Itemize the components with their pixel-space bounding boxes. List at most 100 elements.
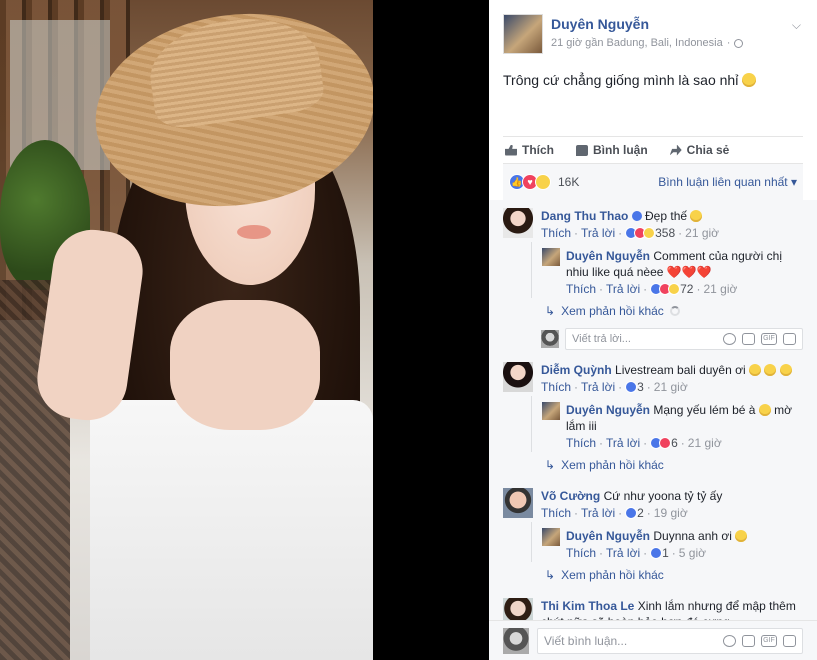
replier-name[interactable]: Duyên Nguyễn — [566, 403, 650, 417]
comment-text: Đẹp thế — [645, 209, 688, 223]
author-name[interactable]: Duyên Nguyễn — [551, 14, 743, 34]
photo-theater: Duyên Nguyễn 21 giờ gần Badung, Bali, In… — [0, 0, 817, 660]
camera-icon[interactable] — [742, 333, 755, 345]
view-more-replies-link[interactable]: ↳ Xem phản hồi khác — [531, 452, 803, 476]
photo-lips — [237, 225, 271, 239]
reply: Duyên Nguyễn Duynna anh ơi Thích · Trả lờ… — [542, 522, 803, 562]
reply-reactions[interactable] — [650, 547, 663, 559]
like-button[interactable]: Thích — [505, 143, 554, 157]
reply-like-link[interactable]: Thích — [566, 544, 596, 562]
reaction-count[interactable]: 16K — [558, 175, 579, 189]
view-more-replies-link[interactable]: ↳ Xem phản hồi khác — [531, 298, 803, 322]
reply-line: Duyên Nguyễn Mạng yếu lém bé à mờ lắm ii… — [566, 402, 803, 434]
globe-icon — [734, 38, 744, 48]
sticker-icon[interactable] — [783, 333, 796, 345]
reply-reactions[interactable] — [650, 283, 681, 295]
reply-thread: Duyên Nguyễn Comment của người chị nhiu … — [531, 242, 803, 298]
comment-actions: Thích · Trả lời · 3 · 21 giờ — [541, 378, 688, 396]
comment-line: Dang Thu Thao Đẹp thế — [541, 208, 803, 224]
reply-reaction-count: 6 — [671, 436, 678, 450]
reply-reaction-count: 1 — [662, 546, 669, 560]
replier-avatar[interactable] — [542, 248, 560, 266]
commenter-avatar[interactable] — [503, 362, 533, 392]
comment-reaction-count: 3 — [637, 380, 644, 394]
mini-like-icon — [625, 381, 638, 393]
view-more-replies-label: Xem phản hồi khác — [561, 458, 664, 472]
comment-like-link[interactable]: Thích — [541, 378, 571, 396]
reply-text: Mạng yếu lém bé à — [653, 403, 756, 417]
post-meta-text[interactable]: 21 giờ gần Badung, Bali, Indonesia — [551, 34, 723, 52]
reply-reply-link[interactable]: Trả lời — [606, 544, 640, 562]
reply-input-placeholder: Viết trả lời... — [572, 333, 631, 345]
reaction-summary[interactable]: 👍 ♥ 16K — [509, 174, 579, 190]
post-photo[interactable] — [0, 0, 373, 660]
comment-sort-dropdown[interactable]: Bình luận liên quan nhất ▾ — [658, 175, 797, 189]
comment-icon — [576, 144, 588, 156]
smile-emoji-icon — [742, 73, 757, 87]
my-avatar — [503, 627, 529, 654]
commenter-avatar[interactable] — [503, 598, 533, 620]
share-button[interactable]: Chia sẻ — [669, 143, 730, 157]
mini-love-icon — [659, 437, 672, 449]
comment-time[interactable]: 19 giờ — [654, 504, 688, 522]
comment-reply-link[interactable]: Trả lời — [581, 378, 615, 396]
comments-list: Dang Thu Thao Đẹp thế Thích· Trả lời· — [489, 200, 817, 620]
view-more-replies-link[interactable]: ↳ Xem phản hồi khác — [531, 562, 803, 586]
gif-icon[interactable]: GIF — [761, 634, 777, 647]
share-label: Chia sẻ — [686, 143, 730, 157]
comment-time[interactable]: 21 giờ — [654, 378, 688, 396]
reply-time[interactable]: 5 giờ — [679, 544, 706, 562]
comment-like-link[interactable]: Thích — [541, 504, 571, 522]
replier-name[interactable]: Duyên Nguyễn — [566, 249, 650, 263]
comment-reply-link[interactable]: Trả lời — [581, 504, 615, 522]
comment-input[interactable]: Viết bình luận... GIF — [537, 627, 803, 654]
reply-actions: Thích · Trả lời · 6 · 21 giờ — [566, 434, 722, 452]
grin-emoji-icon — [748, 364, 761, 376]
camera-icon[interactable] — [742, 634, 755, 647]
commenter-name[interactable]: Dang Thu Thao — [541, 209, 628, 223]
kiss-emoji-icon — [690, 210, 703, 222]
reply-time[interactable]: 21 giờ — [703, 280, 737, 298]
reply-time[interactable]: 21 giờ — [688, 434, 722, 452]
reply-arrow-icon: ↳ — [545, 304, 556, 318]
my-avatar — [541, 330, 559, 348]
emoji-picker-icon[interactable] — [723, 333, 736, 345]
reply-reactions[interactable] — [650, 437, 672, 449]
commenter-avatar[interactable] — [503, 488, 533, 518]
commenter-name[interactable]: Thi Kim Thoa Le — [541, 599, 634, 613]
post-actions: Thích Bình luận Chia sẻ — [503, 136, 803, 164]
reply-reply-link[interactable]: Trả lời — [606, 280, 640, 298]
comment-reactions[interactable] — [625, 227, 656, 239]
replier-name[interactable]: Duyên Nguyễn — [566, 529, 650, 543]
comment-input-placeholder: Viết bình luận... — [544, 633, 628, 648]
sticker-icon[interactable] — [783, 634, 796, 647]
comment-like-link[interactable]: Thích — [541, 224, 571, 242]
commenter-avatar[interactable] — [503, 208, 533, 238]
emoji-picker-icon[interactable] — [723, 634, 736, 647]
chevron-down-icon[interactable]: ⌵ — [792, 18, 801, 33]
comment-reactions[interactable] — [625, 507, 638, 519]
reply-like-link[interactable]: Thích — [566, 280, 596, 298]
commenter-name[interactable]: Võ Cường — [541, 489, 600, 503]
comment-reply-link[interactable]: Trả lời — [581, 224, 615, 242]
reply-input[interactable]: Viết trả lời... GIF — [565, 328, 803, 350]
sweat-emoji-icon — [735, 530, 748, 542]
reply: Duyên Nguyễn Comment của người chị nhiu … — [542, 242, 803, 298]
post-header: Duyên Nguyễn 21 giờ gần Badung, Bali, In… — [489, 0, 817, 66]
like-label: Thích — [522, 143, 554, 157]
replier-avatar[interactable] — [542, 528, 560, 546]
reply-reply-link[interactable]: Trả lời — [606, 434, 640, 452]
reply-thread: Duyên Nguyễn Duynna anh ơi Thích · Trả lờ… — [531, 522, 803, 562]
comment-button[interactable]: Bình luận — [576, 143, 648, 157]
comment: Thi Kim Thoa Le Xinh lắm nhưng để mập th… — [503, 586, 803, 620]
author-avatar[interactable] — [503, 14, 543, 54]
reply-like-link[interactable]: Thích — [566, 434, 596, 452]
reply-arrow-icon: ↳ — [545, 458, 556, 472]
comment-reactions[interactable] — [625, 381, 638, 393]
mini-haha-icon — [643, 227, 656, 239]
photo-white-dress — [90, 400, 373, 660]
commenter-name[interactable]: Diễm Quỳnh — [541, 363, 612, 377]
gif-icon[interactable]: GIF — [761, 333, 777, 345]
replier-avatar[interactable] — [542, 402, 560, 420]
comment-time[interactable]: 21 giờ — [685, 224, 719, 242]
